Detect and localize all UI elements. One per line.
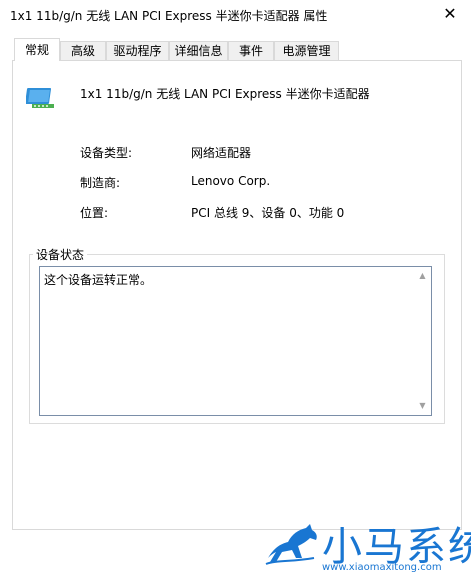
tab-events[interactable]: 事件 [228,41,274,60]
tab-power-management[interactable]: 电源管理 [274,41,339,60]
device-type-label: 设备类型: [80,146,133,160]
tab-details[interactable]: 详细信息 [169,41,228,60]
title-bar: 1x1 11b/g/n 无线 LAN PCI Express 半迷你卡适配器 属… [0,0,471,30]
tab-strip: 常规 高级 驱动程序 详细信息 事件 电源管理 [0,38,471,61]
close-icon: ✕ [443,4,457,23]
device-status-text: 这个设备运转正常。 [44,273,153,287]
device-status-title: 设备状态 [33,246,88,263]
tab-driver[interactable]: 驱动程序 [106,41,169,60]
close-button[interactable]: ✕ [436,2,464,26]
scroll-down-icon[interactable]: ▼ [414,399,431,413]
location-label: 位置: [80,206,109,220]
watermark-url: www.xiaomaxitong.com [322,562,442,573]
device-status-field[interactable] [39,266,432,416]
network-adapter-icon [26,88,54,108]
tab-general[interactable]: 常规 [14,38,60,61]
location-value: PCI 总线 9、设备 0、功能 0 [191,206,345,220]
tab-advanced[interactable]: 高级 [60,41,106,60]
manufacturer-label: 制造商: [80,176,121,190]
horse-logo-icon [265,524,317,565]
manufacturer-value: Lenovo Corp. [191,174,271,188]
scroll-up-icon[interactable]: ▲ [414,269,431,283]
device-type-value: 网络适配器 [191,146,252,160]
status-scrollbar[interactable]: ▲ ▼ [414,267,431,415]
device-name: 1x1 11b/g/n 无线 LAN PCI Express 半迷你卡适配器 [80,87,370,101]
window-title: 1x1 11b/g/n 无线 LAN PCI Express 半迷你卡适配器 属… [10,9,328,23]
watermark: 小马系统 www.xiaomaxitong.com [262,518,471,576]
